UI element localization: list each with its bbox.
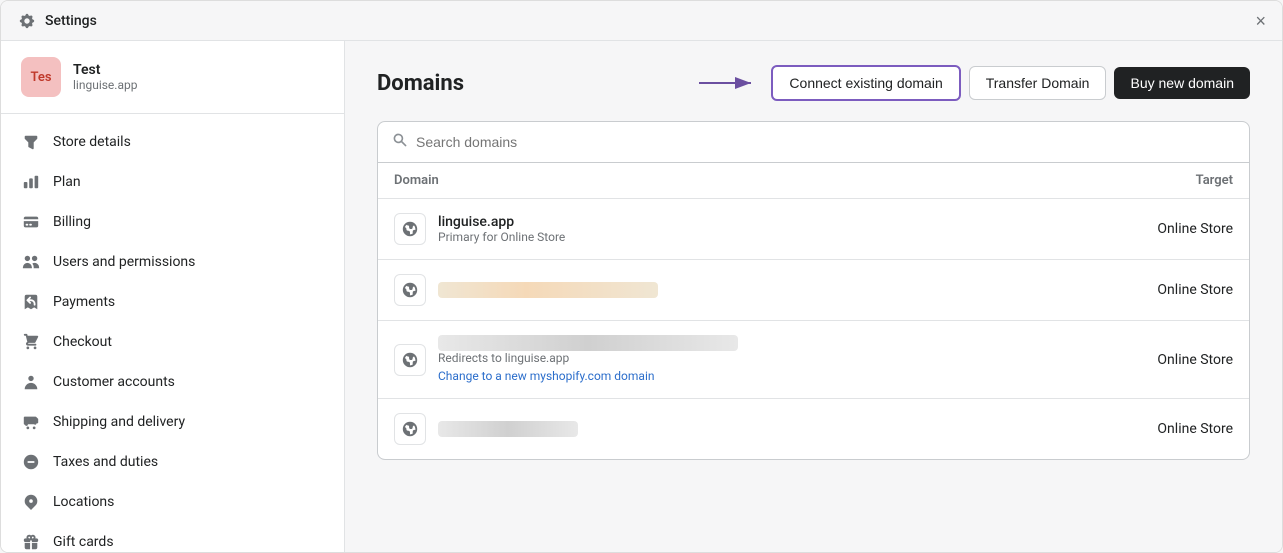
sidebar-item-label: Taxes and duties bbox=[53, 454, 158, 470]
page-title: Domains bbox=[377, 71, 464, 96]
domain-cell: linguise.app Primary for Online Store bbox=[394, 213, 1093, 245]
table-row[interactable]: Online Store bbox=[378, 399, 1249, 459]
sidebar-item-store-details[interactable]: Store details bbox=[1, 122, 344, 162]
shipping-icon bbox=[21, 412, 41, 432]
target-cell: Online Store bbox=[1093, 282, 1233, 298]
table-row[interactable]: linguise.app Primary for Online Store On… bbox=[378, 199, 1249, 260]
connect-existing-domain-button[interactable]: Connect existing domain bbox=[771, 65, 960, 101]
blurred-domain-name bbox=[438, 335, 738, 351]
sidebar-item-customer-accounts[interactable]: Customer accounts bbox=[1, 362, 344, 402]
domain-info: Redirects to linguise.app Change to a ne… bbox=[438, 335, 738, 384]
sidebar-item-users-permissions[interactable]: Users and permissions bbox=[1, 242, 344, 282]
content-area: Tes Test linguise.app Store details bbox=[1, 41, 1282, 552]
domain-info bbox=[438, 282, 658, 298]
sidebar-item-billing[interactable]: Billing bbox=[1, 202, 344, 242]
target-column-header: Target bbox=[1196, 173, 1233, 188]
domain-globe-icon bbox=[394, 213, 426, 245]
checkout-icon bbox=[21, 332, 41, 352]
nav-list: Store details Plan bbox=[1, 114, 344, 552]
sidebar-item-locations[interactable]: Locations bbox=[1, 482, 344, 522]
sidebar-item-checkout[interactable]: Checkout bbox=[1, 322, 344, 362]
location-icon bbox=[21, 492, 41, 512]
sidebar-item-label: Users and permissions bbox=[53, 254, 195, 270]
taxes-icon bbox=[21, 452, 41, 472]
customer-icon bbox=[21, 372, 41, 392]
sidebar-item-label: Store details bbox=[53, 134, 131, 150]
domain-name: linguise.app bbox=[438, 214, 565, 230]
target-cell: Online Store bbox=[1093, 421, 1233, 437]
arrow-indicator bbox=[699, 73, 759, 93]
users-icon bbox=[21, 252, 41, 272]
close-button[interactable]: × bbox=[1255, 12, 1266, 30]
domain-column-header: Domain bbox=[394, 173, 439, 188]
sidebar-item-label: Plan bbox=[53, 174, 81, 190]
sidebar-item-shipping[interactable]: Shipping and delivery bbox=[1, 402, 344, 442]
domain-globe-icon bbox=[394, 344, 426, 376]
domain-redirect: Redirects to linguise.app bbox=[438, 351, 738, 365]
store-avatar: Tes bbox=[21, 57, 61, 97]
sidebar-item-label: Locations bbox=[53, 494, 114, 510]
domain-info bbox=[438, 421, 578, 437]
app-window: Settings × Tes Test linguise.app bbox=[0, 0, 1283, 553]
store-icon bbox=[21, 132, 41, 152]
store-name: Test bbox=[73, 62, 137, 78]
sidebar-item-label: Gift cards bbox=[53, 534, 114, 550]
sidebar-item-label: Payments bbox=[53, 294, 115, 310]
sidebar-item-taxes[interactable]: Taxes and duties bbox=[1, 442, 344, 482]
arrow-svg bbox=[699, 73, 759, 93]
page-header: Domains Connect existing bbox=[377, 65, 1250, 101]
blurred-domain-name bbox=[438, 421, 578, 437]
domain-info: linguise.app Primary for Online Store bbox=[438, 214, 565, 244]
store-header: Tes Test linguise.app bbox=[1, 41, 344, 114]
domains-table: Domain Target linguise.app Primary fo bbox=[377, 163, 1250, 460]
target-cell: Online Store bbox=[1093, 352, 1233, 368]
header-actions: Connect existing domain Transfer Domain … bbox=[699, 65, 1250, 101]
sidebar-item-label: Checkout bbox=[53, 334, 112, 350]
gift-icon bbox=[21, 532, 41, 552]
store-info: Test linguise.app bbox=[73, 62, 137, 92]
search-input[interactable] bbox=[416, 134, 1235, 150]
store-domain: linguise.app bbox=[73, 78, 137, 92]
table-row[interactable]: Redirects to linguise.app Change to a ne… bbox=[378, 321, 1249, 399]
app-title: Settings bbox=[45, 13, 97, 29]
domain-globe-icon bbox=[394, 413, 426, 445]
domain-cell bbox=[394, 274, 1093, 306]
blurred-domain-name bbox=[438, 282, 658, 298]
search-container bbox=[377, 121, 1250, 163]
gear-icon bbox=[17, 11, 37, 31]
domain-subtitle: Primary for Online Store bbox=[438, 230, 565, 244]
sidebar-item-gift-cards[interactable]: Gift cards bbox=[1, 522, 344, 552]
domain-globe-icon bbox=[394, 274, 426, 306]
title-bar: Settings × bbox=[1, 1, 1282, 41]
transfer-domain-button[interactable]: Transfer Domain bbox=[969, 66, 1107, 100]
main-content: Domains Connect existing bbox=[345, 41, 1282, 552]
change-domain-link[interactable]: Change to a new myshopify.com domain bbox=[438, 369, 655, 383]
sidebar-item-label: Billing bbox=[53, 214, 91, 230]
sidebar-item-label: Shipping and delivery bbox=[53, 414, 185, 430]
target-cell: Online Store bbox=[1093, 221, 1233, 237]
sidebar-item-payments[interactable]: Payments bbox=[1, 282, 344, 322]
sidebar-item-label: Customer accounts bbox=[53, 374, 175, 390]
domain-cell: Redirects to linguise.app Change to a ne… bbox=[394, 335, 1093, 384]
plan-icon bbox=[21, 172, 41, 192]
sidebar-item-plan[interactable]: Plan bbox=[1, 162, 344, 202]
title-bar-left: Settings bbox=[17, 11, 97, 31]
domain-cell bbox=[394, 413, 1093, 445]
billing-icon bbox=[21, 212, 41, 232]
table-row[interactable]: Online Store bbox=[378, 260, 1249, 321]
buy-new-domain-button[interactable]: Buy new domain bbox=[1114, 67, 1250, 99]
search-icon bbox=[392, 132, 408, 152]
payments-icon bbox=[21, 292, 41, 312]
sidebar: Tes Test linguise.app Store details bbox=[1, 41, 345, 552]
table-header: Domain Target bbox=[378, 163, 1249, 199]
